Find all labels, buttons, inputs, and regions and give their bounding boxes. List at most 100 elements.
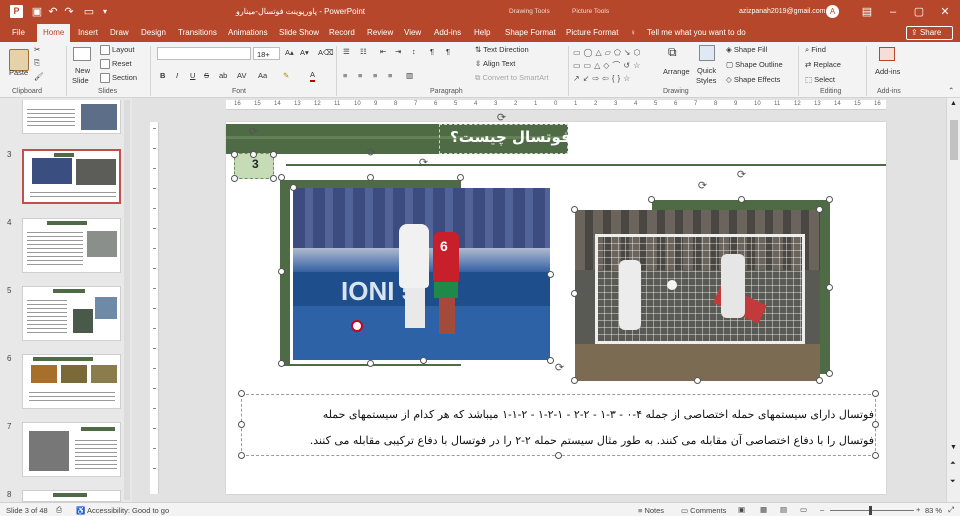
selection-handle[interactable]	[457, 174, 464, 181]
replace-button[interactable]: ⇄ Replace	[805, 60, 841, 70]
tab-home[interactable]: Home	[37, 24, 71, 42]
avatar[interactable]: A	[826, 5, 839, 18]
tab-insert[interactable]: Insert	[78, 27, 98, 39]
highlight-color-icon[interactable]: ✎	[283, 71, 289, 81]
character-spacing-button[interactable]: AV	[237, 71, 246, 81]
thumbnail-slide-8[interactable]	[22, 490, 121, 502]
add-ins-button[interactable]: Add-ins	[875, 67, 900, 77]
change-case-button[interactable]: Aa	[258, 71, 267, 81]
decrease-indent-icon[interactable]: ⇤	[380, 47, 386, 57]
thumbnail-slide-6[interactable]	[22, 354, 121, 409]
bullets-icon[interactable]: ☰	[343, 47, 350, 57]
selection-handle[interactable]	[648, 196, 655, 203]
share-button[interactable]: ⇪ Share	[906, 26, 953, 40]
tab-help[interactable]: Help	[474, 27, 490, 39]
shrink-font-icon[interactable]: A▾	[300, 48, 309, 58]
new-slide-icon[interactable]	[73, 47, 91, 61]
selection-handle[interactable]	[238, 421, 245, 428]
strikethrough-button[interactable]: S	[204, 71, 209, 81]
selection-handle[interactable]	[571, 206, 578, 213]
selection-handle[interactable]	[826, 196, 833, 203]
selection-handle[interactable]	[367, 174, 374, 181]
tab-design[interactable]: Design	[141, 27, 166, 39]
italic-button[interactable]: I	[176, 71, 178, 81]
justify-icon[interactable]: ≡	[388, 71, 392, 81]
slide-title[interactable]: فوتسال چیست؟	[450, 128, 571, 146]
accessibility-status[interactable]: ♿ Accessibility: Good to go	[76, 506, 169, 515]
tab-animations[interactable]: Animations	[228, 27, 268, 39]
thumbnail-slide-7[interactable]	[22, 422, 121, 477]
align-right-icon[interactable]: ≡	[373, 71, 377, 81]
comments-button[interactable]: ▭ Comments	[681, 506, 726, 515]
thumbnail-scrollbar[interactable]	[124, 100, 130, 500]
zoom-in-icon[interactable]: +	[916, 505, 920, 514]
selection-handle[interactable]	[816, 206, 823, 213]
columns-icon[interactable]: ▥	[406, 71, 413, 81]
clear-formatting-icon[interactable]: A⌫	[318, 48, 334, 58]
rotate-handle-icon[interactable]: ⟳	[496, 113, 507, 124]
normal-view-icon[interactable]: ▣	[738, 505, 745, 514]
section-button[interactable]: Section	[100, 73, 137, 84]
quick-styles-button-line2[interactable]: Styles	[696, 76, 716, 86]
selection-handle[interactable]	[694, 377, 701, 384]
line-spacing-icon[interactable]: ↕	[412, 47, 416, 57]
shapes-gallery[interactable]: ▭◯△▱⬠↘⬡ ▭▭△◇⌒↺☆ ↗↙⇨⇦{}☆	[573, 46, 661, 86]
increase-indent-icon[interactable]: ⇥	[395, 47, 401, 57]
thumbnail-slide-2[interactable]	[22, 100, 121, 134]
selection-handle[interactable]	[555, 452, 562, 459]
selection-handle[interactable]	[290, 184, 297, 191]
align-left-icon[interactable]: ≡	[343, 71, 347, 81]
font-color-button[interactable]: A	[310, 70, 316, 82]
tab-review[interactable]: Review	[367, 27, 393, 39]
selection-handle[interactable]	[547, 271, 554, 278]
selection-handle[interactable]	[367, 360, 374, 367]
new-slide-button[interactable]: New	[75, 66, 90, 76]
slide-sorter-icon[interactable]: ▦	[760, 505, 767, 514]
undo-icon[interactable]: ↶	[46, 5, 60, 19]
rotate-handle-icon[interactable]: ⟳	[248, 127, 259, 138]
selection-handle[interactable]	[571, 290, 578, 297]
start-presentation-icon[interactable]: ▭	[82, 5, 96, 19]
tab-picture-format[interactable]: Picture Format	[566, 27, 618, 39]
rtl-icon[interactable]: ¶	[430, 47, 434, 57]
body-text[interactable]: فوتسال دارای سیستمهای حمله اختصاصی از جم…	[246, 402, 874, 454]
reading-view-icon[interactable]: ▤	[780, 505, 787, 514]
selection-handle[interactable]	[826, 284, 833, 291]
selection-handle[interactable]	[420, 357, 427, 364]
minimize-icon[interactable]: –	[886, 5, 900, 19]
font-size-box[interactable]: 18+	[253, 47, 280, 60]
redo-icon[interactable]: ↷	[62, 5, 76, 19]
bold-button[interactable]: B	[160, 71, 165, 81]
tab-draw[interactable]: Draw	[110, 27, 129, 39]
zoom-level[interactable]: 83 %	[925, 506, 942, 515]
zoom-slider-thumb[interactable]	[869, 506, 872, 515]
shape-effects-button[interactable]: ◇ Shape Effects	[726, 75, 780, 85]
fit-slide-icon[interactable]: ⤢	[948, 505, 954, 515]
tab-slide-show[interactable]: Slide Show	[279, 27, 319, 39]
user-email[interactable]: azizpanah2019@gmail.com	[739, 8, 826, 15]
rotate-handle-icon[interactable]: ⟳	[366, 148, 377, 159]
slideshow-view-icon[interactable]: ▭	[800, 505, 807, 514]
tab-view[interactable]: View	[404, 27, 421, 39]
copy-icon[interactable]: ⎘	[34, 58, 40, 68]
text-direction-button[interactable]: ⇅ Text Direction	[475, 45, 529, 55]
selection-handle[interactable]	[738, 196, 745, 203]
shape-fill-button[interactable]: ◈ Shape Fill	[726, 45, 767, 55]
scroll-thumb[interactable]	[950, 120, 958, 160]
quick-styles-icon[interactable]	[699, 45, 715, 61]
text-shadow-button[interactable]: ab	[219, 71, 227, 81]
editor-scrollbar[interactable]: ▲ ▼ ⏶ ⏷	[946, 98, 960, 502]
futsal-photo-left[interactable]: IONI 5 6	[293, 188, 550, 360]
quick-styles-button[interactable]: Quick	[697, 66, 716, 76]
selection-handle[interactable]	[872, 452, 879, 459]
selection-handle[interactable]	[250, 151, 257, 158]
arrange-icon[interactable]: ⧉	[668, 46, 677, 58]
shape-outline-button[interactable]: ▢ Shape Outline	[726, 60, 783, 70]
selection-handle[interactable]	[278, 268, 285, 275]
close-icon[interactable]: ✕	[938, 5, 952, 19]
thumbnail-slide-3[interactable]	[22, 149, 121, 204]
new-slide-button-line2[interactable]: Slide	[72, 76, 89, 86]
zoom-slider[interactable]	[830, 510, 914, 511]
ltr-icon[interactable]: ¶	[446, 47, 450, 57]
ribbon-display-icon[interactable]: ▤	[860, 5, 874, 19]
